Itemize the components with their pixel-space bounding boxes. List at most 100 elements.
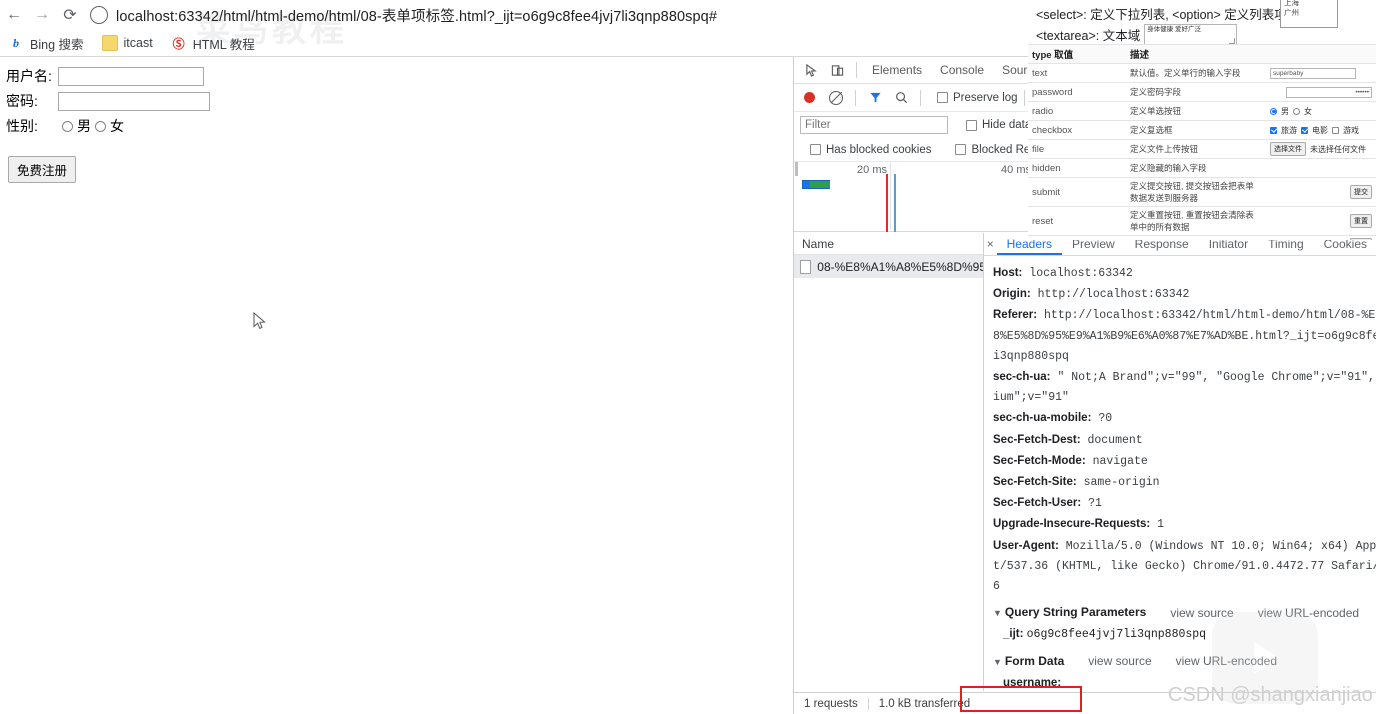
header-value: same-origin (1083, 476, 1160, 490)
tab-elements[interactable]: Elements (863, 57, 931, 83)
type-desc: 定义单选按钮 (1126, 101, 1266, 121)
radio-group-demo[interactable]: 男 女 (1270, 106, 1372, 117)
transferred-size: 1.0 kB transferred (878, 697, 971, 710)
header-key: Sec-Fetch-Mode: (993, 454, 1086, 467)
header-row: User-Agent: Mozilla/5.0 (Windows NT 10.0… (993, 536, 1376, 557)
radio-label: 女 (1304, 106, 1312, 116)
column-header-type: type 取值 (1028, 44, 1126, 64)
input-type-table: type 取值 描述 text 默认值。定义单行的输入字段 superbaby … (1028, 44, 1376, 240)
bookmark-bing[interactable]: b Bing 搜索 (8, 34, 84, 53)
textarea-demo[interactable]: 身体健康 爱好广泛 (1144, 23, 1238, 46)
radio-icon (62, 120, 73, 132)
record-button[interactable] (804, 92, 815, 103)
type-widget: 选择文件 未选择任何文件 (1266, 139, 1376, 159)
checkbox-label: 游戏 (1343, 125, 1359, 135)
password-input[interactable] (58, 91, 210, 111)
select-option[interactable]: 广州 (1284, 8, 1334, 18)
checkbox-icon[interactable] (1332, 126, 1339, 134)
view-source-link[interactable]: view source (1088, 651, 1151, 672)
radio-label: 男 (1281, 106, 1289, 116)
table-row: checkbox 定义复选框 旅游 电影 游戏 (1028, 120, 1376, 140)
search-icon[interactable] (888, 86, 914, 110)
table-header-row: type 取值 描述 (1028, 44, 1376, 64)
header-row: Upgrade-Insecure-Requests: 1 (993, 514, 1376, 535)
close-icon[interactable]: × (984, 237, 997, 251)
form-data-title: Form Data (1004, 653, 1065, 668)
checkbox-label: 电影 (1312, 125, 1328, 135)
file-input-demo[interactable]: 选择文件 未选择任何文件 (1270, 142, 1372, 156)
device-toolbar-icon[interactable] (824, 58, 850, 82)
preserve-log-checkbox[interactable]: Preserve log (937, 92, 1018, 104)
csdn-watermark: CSDN @shangxianjiao (1168, 684, 1373, 706)
type-desc: 定义隐藏的输入字段 (1126, 158, 1376, 178)
table-row: password 定义密码字段 •••••• (1028, 82, 1376, 102)
page-viewport: 用户名: 密码: 性别: 男 女 免费注册 (0, 57, 793, 714)
timeline-tick-label: 20 ms (857, 164, 887, 176)
toolbar-divider (856, 62, 857, 78)
password-input-demo[interactable]: •••••• (1286, 86, 1372, 98)
table-row[interactable]: 08-%E8%A1%A8%E5%8D%95... (794, 255, 983, 278)
type-widget: •••••• (1266, 82, 1376, 102)
checkbox-group-demo[interactable]: 旅游 电影 游戏 (1270, 125, 1372, 136)
reload-icon[interactable]: ⟳ (56, 1, 84, 29)
header-value: http://localhost:63342/html/html-demo/ht… (1044, 309, 1376, 323)
type-name: hidden (1028, 158, 1126, 178)
header-row: Origin: http://localhost:63342 (993, 284, 1376, 305)
choose-file-button[interactable]: 选择文件 (1270, 142, 1306, 156)
username-input[interactable] (58, 66, 204, 86)
gender-radio-male[interactable]: 男 (62, 116, 91, 136)
back-icon[interactable]: ← (0, 1, 28, 29)
column-header-desc: 描述 (1126, 44, 1376, 64)
submit-button-demo[interactable]: 提交 (1350, 185, 1372, 199)
select-dropdown-demo[interactable]: 北京 上海 广州 (1280, 0, 1338, 28)
checkbox-label: 旅游 (1281, 125, 1297, 135)
type-desc: 定义文件上传按钮 (1126, 139, 1266, 159)
has-blocked-cookies-checkbox[interactable]: Has blocked cookies (810, 144, 931, 156)
checkbox-icon[interactable] (1301, 126, 1308, 134)
request-column-header[interactable]: Name (794, 233, 983, 255)
type-name: checkbox (1028, 120, 1126, 140)
table-row: radio 定义单选按钮 男 女 (1028, 101, 1376, 121)
timeline-left-handle[interactable] (795, 162, 798, 176)
chevron-down-icon: ▼ (993, 656, 1002, 667)
tab-console[interactable]: Console (931, 57, 993, 83)
table-row: hidden 定义隐藏的输入字段 (1028, 158, 1376, 178)
radio-icon[interactable] (1293, 107, 1300, 115)
header-value-wrap: i3qnp880spq (993, 349, 1069, 363)
bookmark-itcast[interactable]: itcast (101, 35, 153, 51)
header-value: " Not;A Brand";v="99", "Google Chrome";v… (1057, 371, 1376, 385)
reset-button-demo[interactable]: 重置 (1350, 214, 1372, 228)
type-name: password (1028, 82, 1126, 102)
bookmark-label: Bing 搜索 (30, 37, 84, 52)
text-input-demo[interactable]: superbaby (1270, 67, 1356, 79)
site-info-icon[interactable] (90, 6, 108, 24)
forward-icon[interactable]: → (28, 1, 56, 29)
username-row: 用户名: (6, 65, 793, 87)
filter-input[interactable] (800, 116, 948, 134)
header-value: document (1087, 433, 1143, 447)
password-label: 密码: (6, 93, 38, 109)
request-name: 08-%E8%A1%A8%E5%8D%95... (817, 259, 983, 274)
toolbar-divider (1023, 89, 1025, 106)
inspect-icon[interactable] (798, 58, 824, 82)
file-status-text: 未选择任何文件 (1310, 144, 1366, 154)
header-value: ?1 (1088, 497, 1102, 511)
header-key: User-Agent: (993, 539, 1059, 552)
free-register-button[interactable]: 免费注册 (8, 156, 77, 183)
radio-icon[interactable] (1270, 107, 1277, 115)
header-key: Host: (993, 267, 1023, 279)
filter-icon[interactable] (862, 86, 888, 110)
clear-button[interactable] (823, 86, 849, 110)
checkbox-icon[interactable] (1270, 126, 1277, 134)
header-value-wrap: t/537.36 (KHTML, like Gecko) Chrome/91.0… (993, 559, 1376, 573)
type-desc: 定义重置按钮, 重置按钮会清除表单中的所有数据 (1126, 206, 1266, 236)
select-option[interactable]: 上海 (1284, 0, 1334, 8)
tutorial-overlay: <select>: 定义下拉列表, <option> 定义列表项 <textar… (1028, 0, 1376, 240)
gender-radio-female[interactable]: 女 (95, 116, 124, 136)
has-blocked-cookies-label: Has blocked cookies (826, 143, 932, 156)
bookmark-html-tutorial[interactable]: Ⓢ HTML 教程 (171, 34, 255, 53)
gender-row: 性别: 男 女 (6, 115, 793, 137)
status-divider (867, 697, 869, 710)
table-row: text 默认值。定义单行的输入字段 superbaby (1028, 63, 1376, 83)
plain-button-demo[interactable]: 按钮 (1350, 238, 1372, 240)
